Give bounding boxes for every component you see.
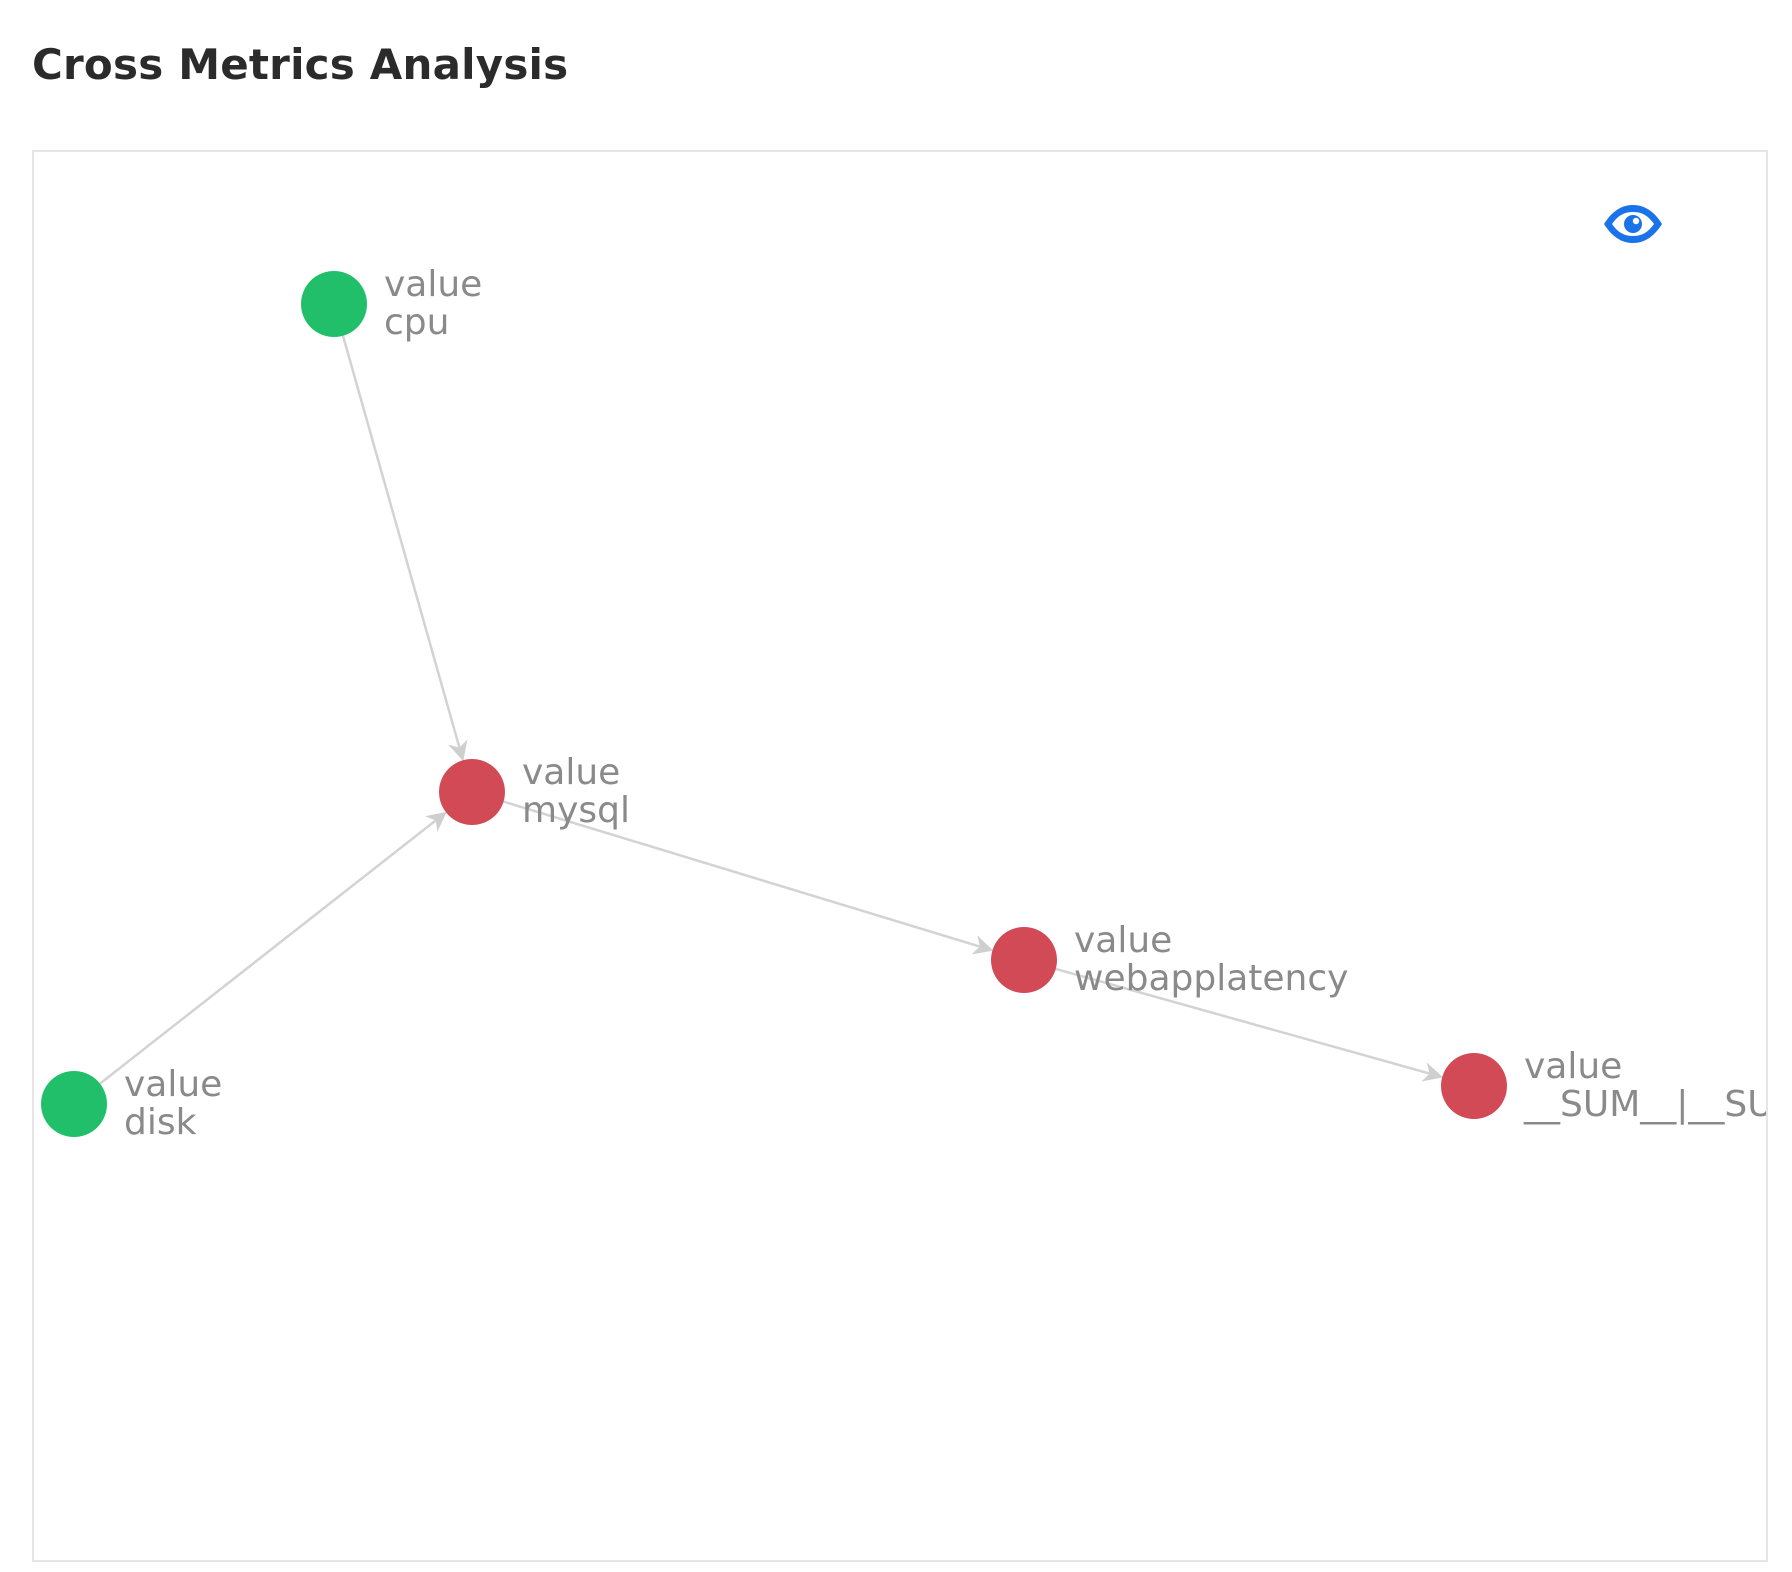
edge-disk-to-mysql (99, 811, 447, 1085)
node-label-metric: __SUM__|__SU (1523, 1084, 1768, 1125)
node-label-type: value (522, 752, 620, 793)
graph-node-sum[interactable]: value__SUM__|__SU (1441, 1046, 1768, 1125)
node-circle-disk[interactable] (41, 1071, 107, 1137)
node-circle-webapplatency[interactable] (991, 927, 1057, 993)
graph-node-disk[interactable]: valuedisk (41, 1064, 222, 1143)
node-circle-mysql[interactable] (439, 759, 505, 825)
node-label-type: value (1074, 920, 1172, 961)
graph-node-cpu[interactable]: valuecpu (301, 264, 482, 343)
node-label-type: value (124, 1064, 222, 1105)
node-label-type: value (1524, 1046, 1622, 1087)
metrics-graph[interactable]: valuecpuvaluemysqlvaluediskvaluewebappla… (34, 152, 1768, 1562)
graph-node-webapplatency[interactable]: valuewebapplatency (991, 920, 1348, 999)
node-label-type: value (384, 264, 482, 305)
eye-icon[interactable] (1602, 202, 1664, 246)
node-label-metric: webapplatency (1074, 958, 1348, 999)
page-title: Cross Metrics Analysis (32, 40, 569, 89)
graph-panel: value cpu value mysql value disk value webappla… (32, 150, 1768, 1562)
node-label-metric: disk (124, 1102, 197, 1143)
node-label-metric: cpu (384, 302, 449, 343)
node-label-metric: mysql (522, 790, 630, 831)
node-circle-sum[interactable] (1441, 1053, 1507, 1119)
edge-cpu-to-mysql (341, 335, 468, 762)
node-circle-cpu[interactable] (301, 271, 367, 337)
node-layer: valuecpuvaluemysqlvaluediskvaluewebappla… (41, 264, 1768, 1143)
graph-node-mysql[interactable]: valuemysql (439, 752, 630, 831)
